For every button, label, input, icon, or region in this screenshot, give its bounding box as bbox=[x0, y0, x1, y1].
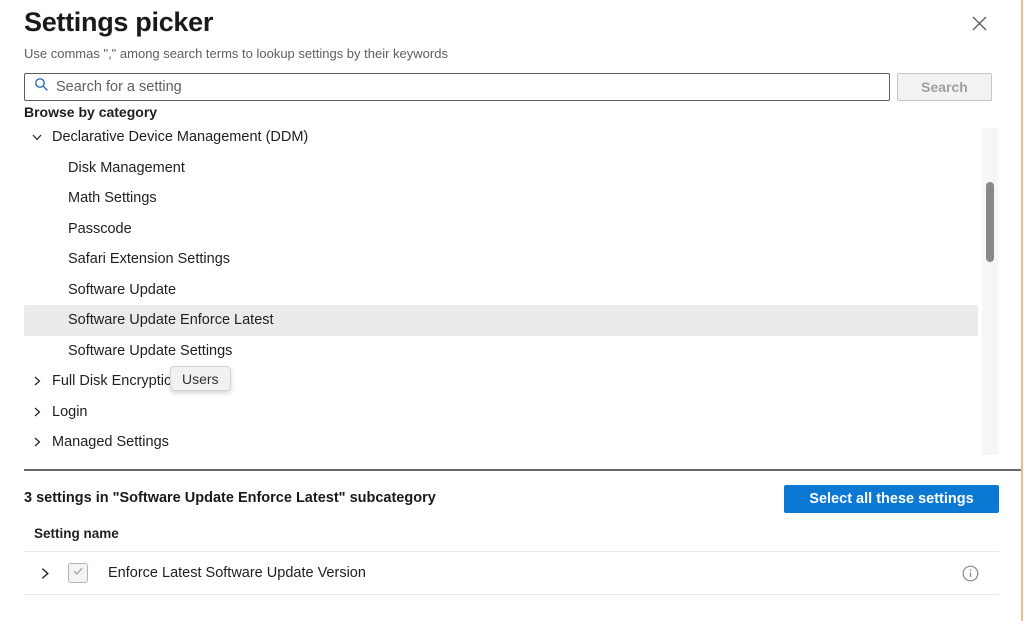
tree-scrollbar[interactable] bbox=[982, 128, 998, 455]
setting-name-column-header: Setting name bbox=[34, 526, 119, 541]
section-divider bbox=[24, 469, 1021, 471]
settings-picker-dialog: Settings picker Use commas "," among sea… bbox=[0, 0, 1024, 621]
scrollbar-thumb[interactable] bbox=[986, 182, 994, 262]
tree-item-label: Login bbox=[52, 404, 87, 420]
users-tooltip: Users bbox=[170, 366, 231, 391]
tree-item-software-update-enforce-latest[interactable]: Software Update Enforce Latest bbox=[24, 305, 978, 336]
tree-item-label: Math Settings bbox=[68, 190, 157, 206]
search-icon bbox=[34, 77, 49, 97]
close-icon bbox=[971, 15, 988, 35]
category-tree: Declarative Device Management (DDM) Disk… bbox=[24, 122, 978, 458]
chevron-right-icon[interactable] bbox=[38, 567, 51, 580]
close-button[interactable] bbox=[967, 13, 991, 37]
browse-by-category-label: Browse by category bbox=[24, 104, 157, 120]
search-box[interactable] bbox=[24, 73, 890, 101]
select-all-these-settings-button[interactable]: Select all these settings bbox=[784, 485, 999, 513]
page-title: Settings picker bbox=[24, 7, 213, 38]
setting-name: Enforce Latest Software Update Version bbox=[108, 565, 366, 581]
chevron-right-icon[interactable] bbox=[30, 405, 43, 418]
chevron-down-icon[interactable] bbox=[30, 131, 43, 144]
tree-item-label: Passcode bbox=[68, 221, 132, 237]
tree-item-label: Software Update Settings bbox=[68, 343, 232, 359]
search-input[interactable] bbox=[56, 75, 889, 99]
tree-item-label: Safari Extension Settings bbox=[68, 251, 230, 267]
tree-item-passcode[interactable]: Passcode bbox=[24, 214, 978, 245]
tree-item-full-disk-encryption[interactable]: Full Disk Encryption bbox=[24, 366, 978, 397]
tree-item-disk-management[interactable]: Disk Management bbox=[24, 153, 978, 184]
tree-item-math-settings[interactable]: Math Settings bbox=[24, 183, 978, 214]
tree-item-managed-settings[interactable]: Managed Settings bbox=[24, 427, 978, 458]
results-summary: 3 settings in "Software Update Enforce L… bbox=[24, 490, 436, 506]
setting-checkbox-checked-disabled[interactable] bbox=[68, 563, 88, 583]
dialog-subtitle: Use commas "," among search terms to loo… bbox=[24, 46, 448, 61]
tree-item-safari-extension-settings[interactable]: Safari Extension Settings bbox=[24, 244, 978, 275]
chevron-right-icon[interactable] bbox=[30, 375, 43, 388]
tree-item-label: Software Update bbox=[68, 282, 176, 298]
tree-item-label: Disk Management bbox=[68, 160, 185, 176]
tree-item-label: Full Disk Encryption bbox=[52, 373, 180, 389]
info-icon[interactable] bbox=[962, 565, 979, 582]
table-row: Enforce Latest Software Update Version bbox=[24, 551, 999, 595]
tree-item-login[interactable]: Login bbox=[24, 397, 978, 428]
tree-item-ddm[interactable]: Declarative Device Management (DDM) bbox=[24, 122, 978, 153]
checkmark-icon bbox=[72, 564, 84, 582]
tree-item-label: Managed Settings bbox=[52, 434, 169, 450]
panel-edge-line bbox=[1021, 0, 1023, 621]
chevron-right-icon[interactable] bbox=[30, 436, 43, 449]
tree-item-label: Declarative Device Management (DDM) bbox=[52, 129, 308, 145]
search-button[interactable]: Search bbox=[897, 73, 992, 101]
tree-item-software-update-settings[interactable]: Software Update Settings bbox=[24, 336, 978, 367]
tree-item-label: Software Update Enforce Latest bbox=[68, 312, 274, 328]
tree-item-software-update[interactable]: Software Update bbox=[24, 275, 978, 306]
